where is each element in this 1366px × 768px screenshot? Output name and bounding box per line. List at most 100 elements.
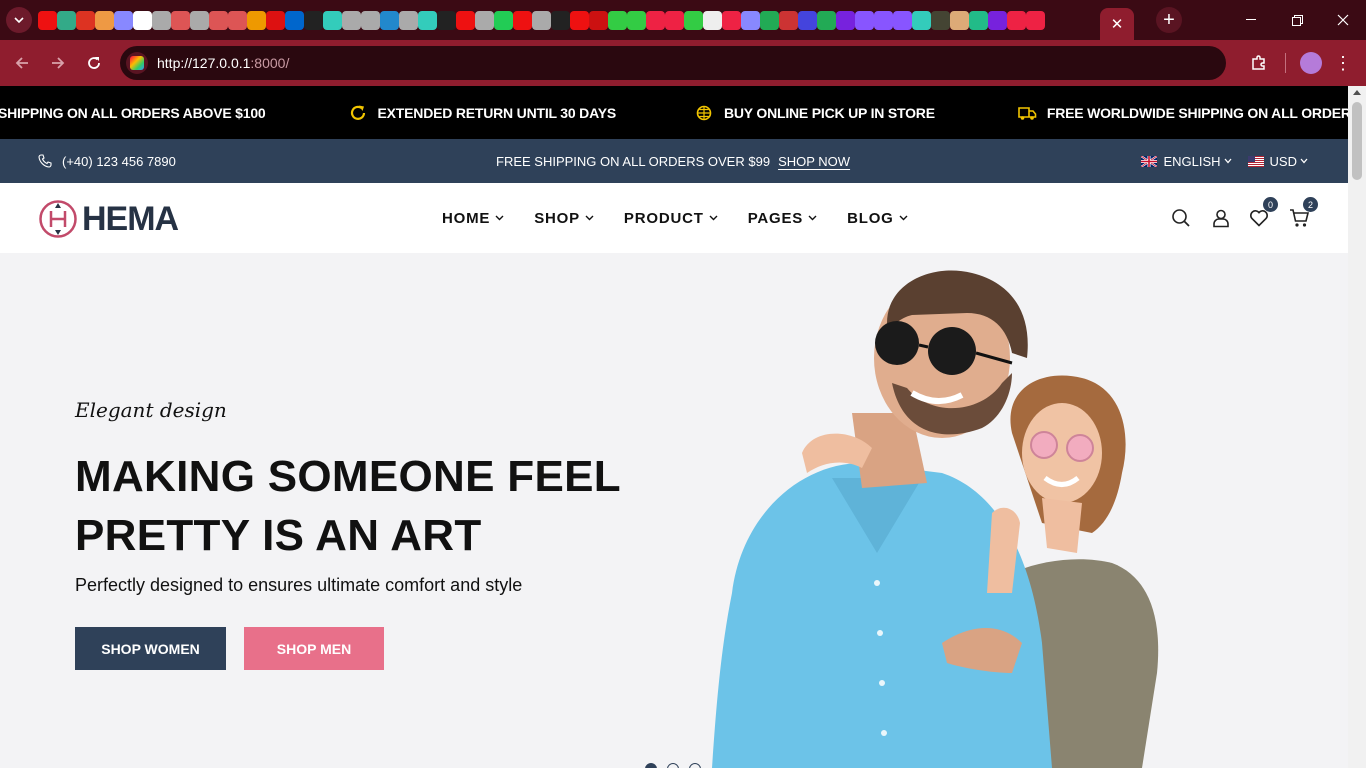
new-tab-button[interactable]: +	[1156, 7, 1182, 33]
pinned-tab-favicon[interactable]	[551, 10, 570, 30]
language-select[interactable]: ENGLISH	[1141, 153, 1232, 169]
pinned-tab-favicon[interactable]	[855, 10, 874, 30]
wishlist-button[interactable]: 0	[1248, 197, 1278, 229]
pinned-tab-favicon[interactable]	[532, 10, 551, 30]
pinned-tab-favicon[interactable]	[513, 10, 532, 30]
pinned-tab-favicon[interactable]	[760, 10, 779, 30]
pinned-tab-favicon[interactable]	[399, 10, 418, 30]
pinned-tab-favicon[interactable]	[817, 10, 836, 30]
pinned-tab-favicon[interactable]	[285, 10, 304, 30]
pinned-tab-favicon[interactable]	[342, 10, 361, 30]
pinned-tab-favicon[interactable]	[722, 10, 741, 30]
pinned-tab-favicon[interactable]	[836, 10, 855, 30]
active-tab[interactable]: ✕	[1100, 8, 1134, 40]
tab-search-button[interactable]	[6, 7, 32, 33]
menu-item-home[interactable]: HOME	[442, 210, 504, 227]
menu-item-shop[interactable]: SHOP	[534, 210, 594, 227]
slider-dots	[645, 763, 711, 768]
pinned-tab-favicon[interactable]	[323, 10, 342, 30]
pinned-tab-favicon[interactable]	[247, 10, 266, 30]
forward-button[interactable]	[40, 45, 76, 81]
pinned-tab-favicon[interactable]	[418, 10, 437, 30]
chevron-down-icon	[1300, 158, 1308, 164]
shop-now-link[interactable]: SHOP NOW	[778, 154, 850, 169]
main-header: HEMA HOME SHOP PRODUCT PAGES BLOG 0 2	[0, 183, 1348, 253]
pinned-tab-favicon[interactable]	[874, 10, 893, 30]
site-info-icon[interactable]	[126, 52, 148, 74]
shop-women-button[interactable]: SHOP WOMEN	[75, 627, 226, 670]
reload-button[interactable]	[76, 45, 112, 81]
pinned-tab-favicon[interactable]	[703, 10, 722, 30]
pinned-tab-favicon[interactable]	[893, 10, 912, 30]
pinned-tab-favicon[interactable]	[608, 10, 627, 30]
pinned-tab-favicon[interactable]	[589, 10, 608, 30]
marquee-text: EXTENDED RETURN UNTIL 30 DAYS	[377, 104, 617, 121]
minimize-button[interactable]	[1228, 0, 1274, 40]
pinned-tab-favicon[interactable]	[475, 10, 494, 30]
pinned-tab-favicon[interactable]	[798, 10, 817, 30]
site-logo[interactable]: HEMA	[38, 199, 179, 239]
pinned-tab-favicon[interactable]	[228, 10, 247, 30]
pinned-tab-favicon[interactable]	[646, 10, 665, 30]
scrollbar-thumb[interactable]	[1352, 102, 1362, 180]
restore-button[interactable]	[1274, 0, 1320, 40]
phone-contact[interactable]: (+40) 123 456 7890	[38, 139, 176, 183]
close-tab-icon[interactable]: ✕	[1111, 15, 1124, 33]
marquee-text: BUY ONLINE PICK UP IN STORE	[723, 104, 935, 121]
address-bar[interactable]: http://127.0.0.1:8000/	[120, 46, 1226, 80]
pinned-tab-favicon[interactable]	[665, 10, 684, 30]
menu-item-blog[interactable]: BLOG	[847, 210, 908, 227]
pinned-tab-favicon[interactable]	[456, 10, 475, 30]
language-label: ENGLISH	[1163, 153, 1221, 169]
cart-button[interactable]: 2	[1288, 197, 1318, 229]
pinned-tab-favicon[interactable]	[627, 10, 646, 30]
pinned-tab-favicon[interactable]	[741, 10, 760, 30]
page-scrollbar[interactable]	[1348, 86, 1366, 768]
pinned-tab-favicon[interactable]	[494, 10, 513, 30]
pinned-tab-favicon[interactable]	[114, 10, 133, 30]
pinned-tab-favicon[interactable]	[171, 10, 190, 30]
pinned-tab-favicon[interactable]	[1007, 10, 1026, 30]
pinned-tab-favicon[interactable]	[950, 10, 969, 30]
pinned-tab-favicon[interactable]	[190, 10, 209, 30]
menu-kebab-icon[interactable]: ⋮	[1334, 53, 1352, 74]
account-button[interactable]	[1210, 207, 1232, 229]
profile-avatar[interactable]	[1300, 52, 1322, 74]
pinned-tab-favicon[interactable]	[684, 10, 703, 30]
currency-select[interactable]: USD	[1247, 154, 1308, 169]
pinned-tab-favicon[interactable]	[95, 10, 114, 30]
slider-dot[interactable]	[689, 763, 701, 768]
pinned-tab-favicon[interactable]	[779, 10, 798, 30]
pinned-tab-favicon[interactable]	[1026, 10, 1045, 30]
menu-item-product[interactable]: PRODUCT	[624, 210, 718, 227]
shop-men-button[interactable]: SHOP MEN	[244, 627, 384, 670]
search-button[interactable]	[1170, 207, 1192, 229]
pinned-tab-favicon[interactable]	[57, 10, 76, 30]
url-text[interactable]: http://127.0.0.1:8000/	[157, 55, 289, 71]
close-window-button[interactable]	[1320, 0, 1366, 40]
scroll-up-arrow-icon[interactable]	[1353, 90, 1361, 95]
pinned-tab-favicon[interactable]	[912, 10, 931, 30]
pinned-tab-favicon[interactable]	[76, 10, 95, 30]
extensions-button[interactable]	[1241, 45, 1277, 81]
pinned-tab-favicon[interactable]	[152, 10, 171, 30]
search-icon	[1172, 209, 1190, 227]
pinned-tab-favicon[interactable]	[304, 10, 323, 30]
pinned-tab-favicon[interactable]	[969, 10, 988, 30]
pinned-tab-favicon[interactable]	[570, 10, 589, 30]
pinned-tab-favicon[interactable]	[988, 10, 1007, 30]
pinned-tab-favicon[interactable]	[38, 10, 57, 30]
menu-item-pages[interactable]: PAGES	[748, 210, 817, 227]
pinned-tab-favicon[interactable]	[133, 10, 152, 30]
pinned-tab-favicon[interactable]	[209, 10, 228, 30]
slider-dot[interactable]	[667, 763, 679, 768]
back-button[interactable]	[4, 45, 40, 81]
pinned-tab-favicon[interactable]	[931, 10, 950, 30]
slider-dot[interactable]	[645, 763, 657, 768]
close-icon	[1337, 14, 1349, 26]
pinned-tab-favicon[interactable]	[437, 10, 456, 30]
pinned-tab-favicon[interactable]	[361, 10, 380, 30]
pinned-tab-favicon[interactable]	[266, 10, 285, 30]
menu-label: BLOG	[847, 209, 894, 227]
pinned-tab-favicon[interactable]	[380, 10, 399, 30]
